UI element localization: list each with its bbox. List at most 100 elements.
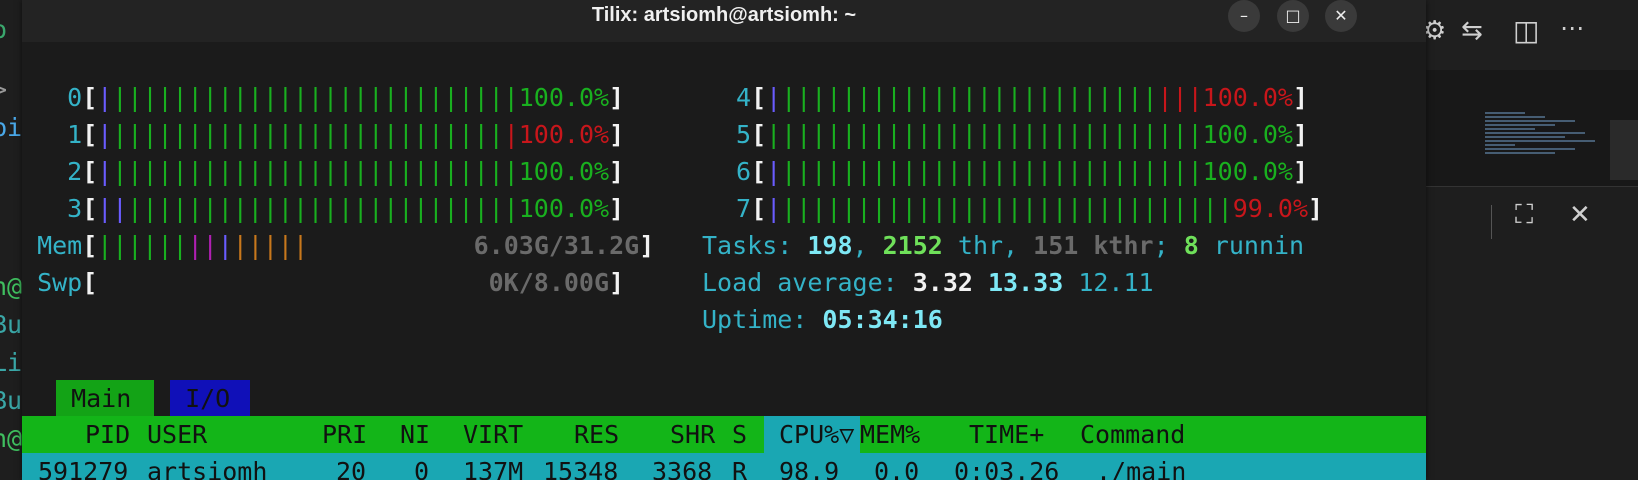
- tab-main[interactable]: Main: [56, 380, 154, 417]
- cpu-percent: 100.0%: [518, 157, 610, 186]
- col-pri[interactable]: PRI: [322, 416, 367, 453]
- bg-fragment: bi: [0, 113, 22, 142]
- mem-value: 6.03G/31.2G: [473, 231, 640, 260]
- cpu-id: 5: [736, 120, 752, 149]
- minimap[interactable]: [1485, 110, 1605, 180]
- title-bar[interactable]: Tilix: artsiomh@artsiomh: ~ – □ ✕: [22, 0, 1426, 42]
- cpu-percent: 100.0%: [518, 120, 610, 149]
- load-average: Load average: 3.32 13.33 12.11: [702, 264, 1154, 301]
- htop-screen[interactable]: 0[||||||||||||||||||||||||||||100.0%] 1[…: [22, 42, 1426, 480]
- col-virt[interactable]: VIRT: [463, 416, 523, 453]
- close-button[interactable]: ✕: [1325, 0, 1357, 32]
- proc-pri: 20: [336, 457, 367, 480]
- uptime-value: 05:34:16: [822, 305, 943, 334]
- window-title: Tilix: artsiomh@artsiomh: ~: [591, 4, 857, 26]
- memory-meter: Mem[|||||||||||||| 6.03G/31.2G]: [37, 231, 655, 260]
- bg-fragment: Bu: [0, 386, 22, 415]
- cpu-meter: 7[|||||||||||||||||||||||||||||||99.0%]: [736, 194, 1324, 223]
- cpu-id: 3: [67, 194, 83, 223]
- background-editor-left: o u > bi n@ Bu Li Bu n@: [0, 0, 22, 480]
- tasks-count: 198: [807, 231, 853, 260]
- tasks-separator: ;: [1153, 231, 1184, 260]
- proc-ni: 0: [414, 457, 430, 480]
- col-time[interactable]: TIME+: [969, 416, 1044, 453]
- running-count: 8: [1183, 231, 1199, 260]
- more-actions-icon[interactable]: ⋯: [1560, 14, 1584, 42]
- maximize-button[interactable]: □: [1277, 0, 1309, 32]
- proc-virt: 137M: [463, 457, 524, 480]
- load-label: Load average:: [702, 268, 913, 297]
- kthreads-count: 151 kthr: [1033, 231, 1154, 260]
- column-header: PID USER PRI NI VIRT RES SHR S CPU%▽ MEM…: [22, 416, 1426, 453]
- scrollbar-thumb[interactable]: [1610, 120, 1638, 180]
- proc-time: 0:03.26: [954, 457, 1060, 480]
- maximize-panel-icon[interactable]: ⛶: [1515, 200, 1533, 231]
- load-5: 13.33: [988, 268, 1064, 297]
- cpu-percent: 100.0%: [1202, 157, 1293, 186]
- cpu-percent: 100.0%: [518, 83, 610, 112]
- uptime: Uptime: 05:34:16: [702, 301, 943, 338]
- tasks-label: Tasks:: [702, 231, 808, 260]
- bg-fragment: >: [0, 75, 7, 104]
- cpu-meter: 1[||||||||||||||||||||||||||||100.0%]: [67, 120, 625, 149]
- swap-label: Swp: [37, 268, 83, 297]
- cpu-meter: 2[||||||||||||||||||||||||||||100.0%]: [67, 157, 625, 186]
- bg-fragment: Li: [0, 348, 22, 377]
- mem-label: Mem: [37, 231, 83, 260]
- source-control-icon[interactable]: ⚙: [1425, 16, 1446, 46]
- panel-separator: [1491, 205, 1492, 239]
- proc-pid: 591279: [38, 457, 129, 480]
- cpu-id: 4: [736, 83, 752, 112]
- tab-io[interactable]: I/O: [170, 380, 250, 417]
- cpu-meter: 5[|||||||||||||||||||||||||||||100.0%]: [736, 120, 1308, 149]
- col-ni[interactable]: NI: [400, 416, 430, 453]
- split-editor-icon[interactable]: ◫: [1513, 14, 1539, 47]
- load-1: 3.32: [912, 268, 973, 297]
- cpu-meter: 6[|||||||||||||||||||||||||||||100.0%]: [736, 157, 1308, 186]
- proc-shr: 3368: [652, 457, 713, 480]
- col-user[interactable]: USER: [147, 416, 207, 453]
- cpu-meter: 3[||||||||||||||||||||||||||||100.0%]: [67, 194, 625, 223]
- col-shr[interactable]: SHR: [670, 416, 715, 453]
- terminal-window: Tilix: artsiomh@artsiomh: ~ – □ ✕ 0[||||…: [22, 0, 1426, 480]
- col-command[interactable]: Command: [1080, 416, 1185, 453]
- proc-state: R: [732, 457, 748, 480]
- minimize-button[interactable]: –: [1228, 0, 1260, 32]
- proc-mem: 0.0: [874, 457, 920, 480]
- proc-res: 15348: [543, 457, 619, 480]
- tab-io-label: I/O: [185, 384, 231, 413]
- bg-fragment: o u: [0, 15, 22, 44]
- cpu-id: 1: [67, 120, 83, 149]
- cpu-percent: 99.0%: [1232, 194, 1308, 223]
- cpu-meter: 0[||||||||||||||||||||||||||||100.0%]: [67, 83, 625, 112]
- col-pid[interactable]: PID: [85, 416, 130, 453]
- cpu-id: 6: [736, 157, 752, 186]
- bg-fragment: n@: [0, 272, 22, 301]
- cpu-percent: 100.0%: [518, 194, 610, 223]
- bg-fragment: Bu: [0, 310, 22, 339]
- running-label: runnin: [1198, 231, 1305, 260]
- threads-count: 2152: [882, 231, 943, 260]
- col-res[interactable]: RES: [574, 416, 619, 453]
- col-mem[interactable]: MEM%: [860, 416, 920, 453]
- cpu-id: 0: [67, 83, 83, 112]
- cpu-id: 7: [736, 194, 752, 223]
- close-panel-icon[interactable]: ✕: [1569, 200, 1591, 230]
- proc-user: artsiomh: [147, 457, 268, 480]
- threads-label: thr,: [942, 231, 1034, 260]
- swap-meter: Swp[ 0K/8.00G]: [37, 268, 625, 297]
- col-state[interactable]: S: [732, 416, 747, 453]
- proc-command: ./main: [1096, 457, 1187, 480]
- cpu-id: 2: [67, 157, 83, 186]
- uptime-label: Uptime:: [702, 305, 823, 334]
- load-15: 12.11: [1078, 268, 1154, 297]
- swap-value: 0K/8.00G: [488, 268, 610, 297]
- process-row[interactable]: 591279 artsiomh 20 0 137M 15348 3368 R 9…: [22, 453, 1426, 480]
- col-cpu[interactable]: CPU%▽: [779, 416, 854, 453]
- cpu-percent: 100.0%: [1202, 120, 1293, 149]
- cpu-meter: 4[|||||||||||||||||||||||||||||100.0%]: [736, 83, 1309, 112]
- tab-main-label: Main: [71, 384, 132, 413]
- compare-changes-icon[interactable]: ⇆: [1461, 16, 1483, 46]
- cpu-percent: 100.0%: [1202, 83, 1293, 112]
- proc-cpu: 98.9: [779, 457, 840, 480]
